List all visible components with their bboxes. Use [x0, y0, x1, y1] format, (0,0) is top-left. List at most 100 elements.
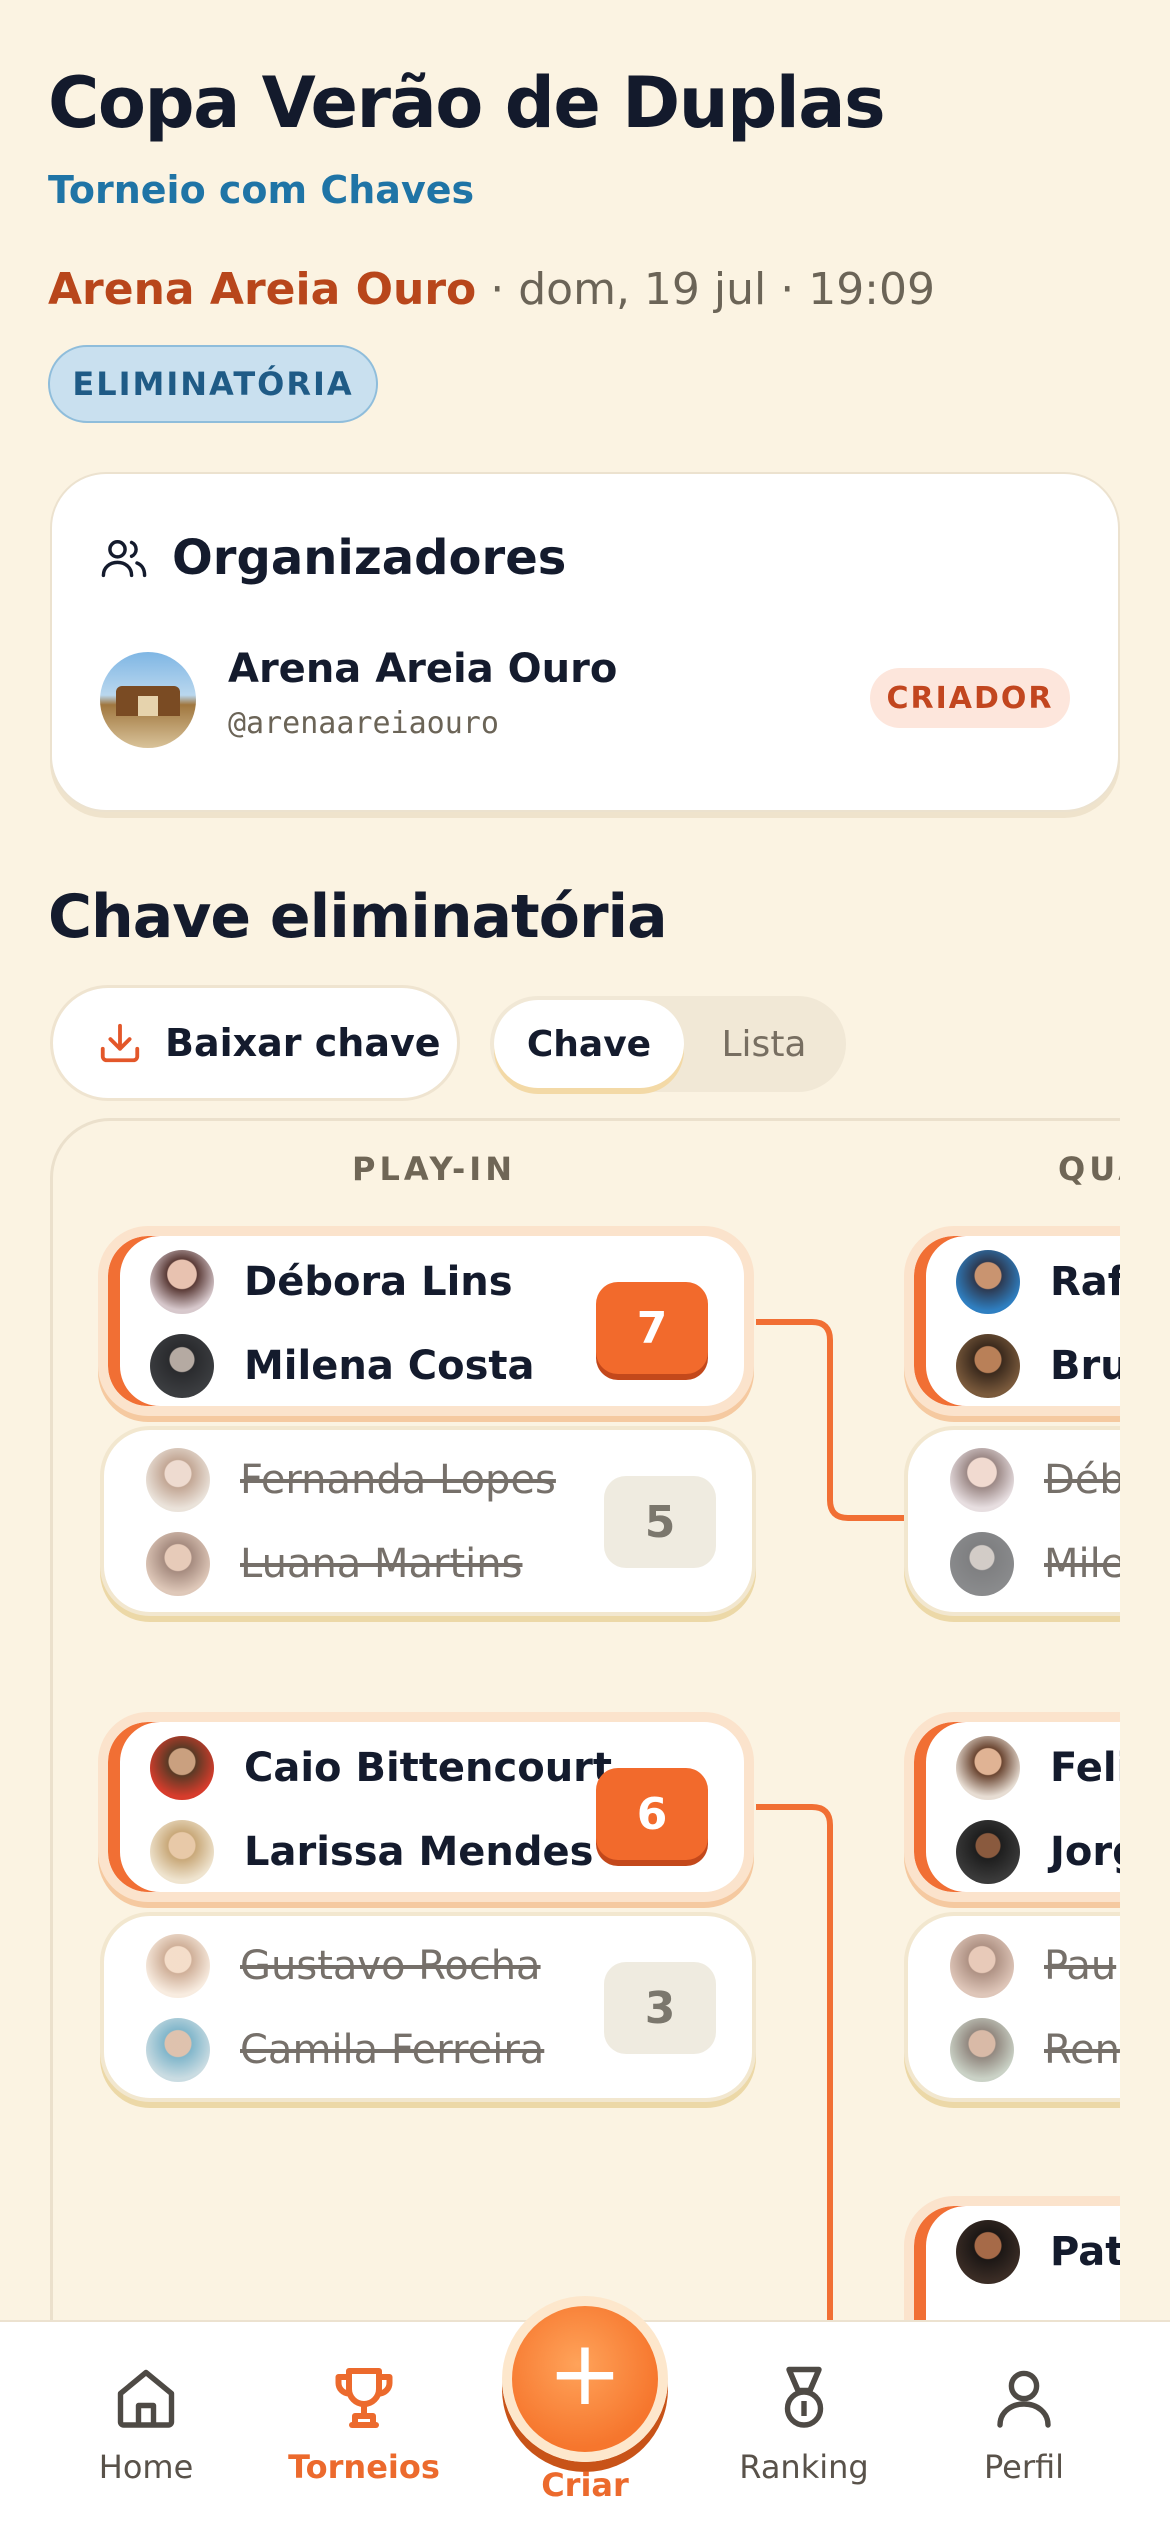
- match-card[interactable]: Pau Ren: [904, 1912, 1120, 2102]
- medal-icon: [784, 2366, 824, 2428]
- player-name: Gustavo Rocha: [240, 1943, 541, 1989]
- organizer-name[interactable]: Arena Areia Ouro: [228, 646, 617, 692]
- format-badge: ELIMINATÓRIA: [48, 345, 378, 423]
- avatar: [146, 1448, 210, 1512]
- tournament-type: Torneio com Chaves: [48, 168, 475, 212]
- avatar: [956, 1736, 1020, 1800]
- match-card[interactable]: Fernanda Lopes Luana Martins 5: [100, 1426, 756, 1616]
- avatar: [146, 1934, 210, 1998]
- user-icon: [997, 2370, 1051, 2428]
- player-name: Jorg: [1050, 1829, 1120, 1875]
- users-icon: [101, 540, 147, 578]
- player-name: Felip: [1050, 1745, 1120, 1791]
- home-icon: [117, 2369, 175, 2428]
- match-card[interactable]: Rafa Brun: [904, 1226, 1120, 1416]
- player-row: Brun: [956, 1334, 1120, 1398]
- nav-perfil[interactable]: Perfil: [924, 2362, 1124, 2486]
- match-card[interactable]: Débora Lins Milena Costa 7: [98, 1226, 754, 1416]
- player-name: Milena Costa: [244, 1343, 535, 1389]
- player-row: Débora Lins: [150, 1250, 513, 1314]
- match-card[interactable]: Déb Mile: [904, 1426, 1120, 1616]
- nav-torneios[interactable]: Torneios: [264, 2362, 464, 2486]
- player-row: Camila Ferreira: [146, 2018, 544, 2082]
- download-icon: [100, 1023, 140, 1063]
- player-name: Brun: [1050, 1343, 1120, 1389]
- avatar: [146, 1532, 210, 1596]
- tab-lista[interactable]: Lista: [684, 1000, 844, 1088]
- download-bracket-button[interactable]: Baixar chave: [50, 985, 460, 1101]
- player-row: Pau: [950, 1934, 1116, 1998]
- organizers-heading: Organizadores: [172, 530, 567, 586]
- organizer-avatar[interactable]: [100, 652, 196, 748]
- avatar: [150, 1736, 214, 1800]
- nav-home[interactable]: Home: [46, 2362, 246, 2486]
- create-label: Criar: [541, 2466, 629, 2504]
- bracket-title: Chave eliminatória: [48, 882, 668, 952]
- player-row: Larissa Mendes: [150, 1820, 593, 1884]
- player-row: Déb: [950, 1448, 1120, 1512]
- player-name: Déb: [1044, 1457, 1120, 1503]
- match-card[interactable]: Felip Jorg: [904, 1712, 1120, 1902]
- score-badge: 3: [604, 1962, 716, 2054]
- download-label: Baixar chave: [165, 1021, 441, 1065]
- avatar: [950, 2018, 1014, 2082]
- score-badge: 5: [604, 1476, 716, 1568]
- player-name: Ren: [1044, 2027, 1120, 2073]
- avatar: [146, 2018, 210, 2082]
- plus-icon: +: [547, 2321, 623, 2426]
- nav-label: Ranking: [739, 2448, 869, 2486]
- avatar: [950, 1448, 1014, 1512]
- player-name: Patr: [1050, 2229, 1120, 2275]
- avatar: [950, 1934, 1014, 1998]
- player-name: Larissa Mendes: [244, 1829, 594, 1875]
- create-button[interactable]: +: [502, 2296, 668, 2462]
- avatar: [150, 1250, 214, 1314]
- avatar: [150, 1334, 214, 1398]
- score-badge: 7: [596, 1282, 708, 1374]
- match-card[interactable]: Gustavo Rocha Camila Ferreira 3: [100, 1912, 756, 2102]
- player-row: Felip: [956, 1736, 1120, 1800]
- player-name: Camila Ferreira: [240, 2027, 545, 2073]
- player-row: Gustavo Rocha: [146, 1934, 541, 1998]
- page-title: Copa Verão de Duplas: [48, 62, 886, 144]
- organizers-card: Organizadores Arena Areia Ouro @arenaare…: [50, 472, 1120, 812]
- event-date: · dom, 19 jul · 19:09: [476, 264, 935, 315]
- score-badge: 6: [596, 1768, 708, 1860]
- quarter-column-3: Patr: [904, 2190, 1120, 2320]
- round-label-playin: PLAY-IN: [352, 1150, 516, 1188]
- player-name: Caio Bittencourt: [244, 1745, 613, 1791]
- player-row: Luana Martins: [146, 1532, 522, 1596]
- player-row: Rafa: [956, 1250, 1120, 1314]
- trophy-icon: [335, 2368, 393, 2428]
- player-name: Fernanda Lopes: [240, 1457, 556, 1503]
- nav-ranking[interactable]: Ranking: [704, 2362, 904, 2486]
- view-toggle: Chave Lista: [490, 996, 846, 1092]
- nav-label: Torneios: [288, 2448, 440, 2486]
- round-label-quarter: QUA: [1058, 1150, 1120, 1188]
- player-row: Jorg: [956, 1820, 1120, 1884]
- player-row: Caio Bittencourt: [150, 1736, 612, 1800]
- avatar: [950, 1532, 1014, 1596]
- player-row: Ren: [950, 2018, 1120, 2082]
- avatar: [956, 2220, 1020, 2284]
- tab-chave[interactable]: Chave: [494, 1000, 684, 1088]
- player-name: Mile: [1044, 1541, 1120, 1587]
- quarter-column-1: Rafa Brun Déb Mile: [904, 1220, 1120, 1626]
- nav-label: Home: [98, 2448, 194, 2486]
- avatar: [956, 1334, 1020, 1398]
- avatar: [956, 1820, 1020, 1884]
- match-card[interactable]: Caio Bittencourt Larissa Mendes 6: [98, 1712, 754, 1902]
- event-meta: Arena Areia Ouro · dom, 19 jul · 19:09: [48, 264, 935, 315]
- player-name: Luana Martins: [240, 1541, 523, 1587]
- player-row: Mile: [950, 1532, 1120, 1596]
- player-row: Fernanda Lopes: [146, 1448, 556, 1512]
- organizers-header: Organizadores: [98, 530, 566, 586]
- role-badge: CRIADOR: [870, 668, 1070, 728]
- player-row: Patr: [956, 2220, 1120, 2284]
- avatar: [956, 1250, 1020, 1314]
- player-name: Débora Lins: [244, 1259, 513, 1305]
- venue-link[interactable]: Arena Areia Ouro: [48, 264, 476, 315]
- match-card[interactable]: Patr: [904, 2196, 1120, 2320]
- quarter-column-2: Felip Jorg Pau Ren: [904, 1706, 1120, 2112]
- player-name: Rafa: [1050, 1259, 1120, 1305]
